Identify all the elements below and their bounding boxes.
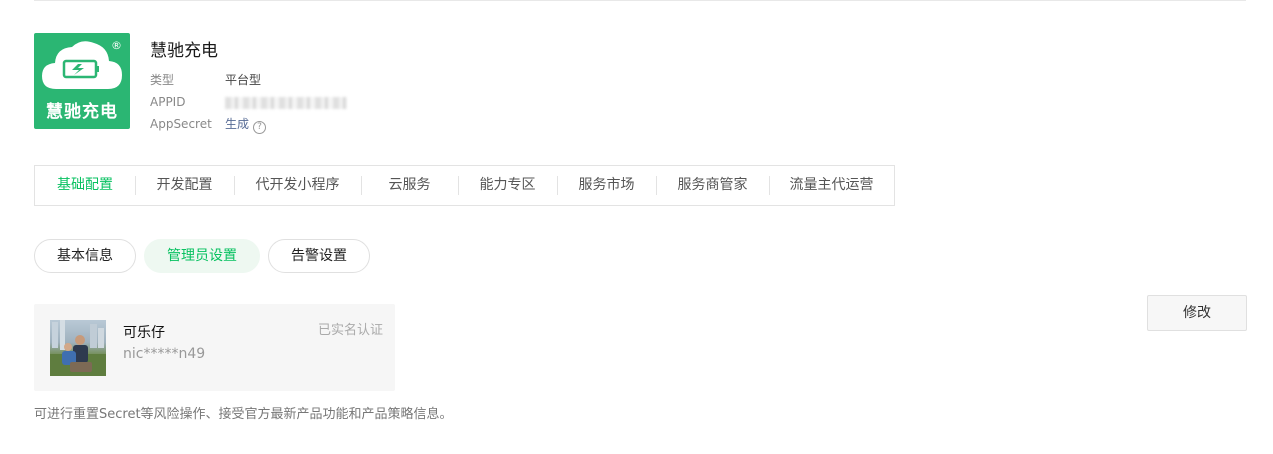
appid-row: APPID <box>150 93 347 111</box>
admin-name: 可乐仔 <box>123 325 165 341</box>
subtab-admin-settings[interactable]: 管理员设置 <box>144 239 260 273</box>
type-row: 类型 平台型 <box>150 71 261 89</box>
tab-capabilities[interactable]: 能力专区 <box>458 165 557 206</box>
app-logo: ® 慧驰充电 <box>34 33 130 129</box>
admin-description: 可进行重置Secret等风险操作、接受官方最新产品功能和产品策略信息。 <box>34 407 453 422</box>
admin-card: 可乐仔 nic*****n49 已实名认证 <box>34 304 395 391</box>
logo-text: 慧驰充电 <box>46 102 118 122</box>
avatar <box>50 320 106 376</box>
registered-mark: ® <box>111 39 122 52</box>
main-tabs: 基础配置 开发配置 代开发小程序 云服务 能力专区 服务市场 服务商管家 流量主… <box>34 165 895 206</box>
tab-service-provider-manager[interactable]: 服务商管家 <box>656 165 769 206</box>
subtab-alert-settings[interactable]: 告警设置 <box>268 239 370 273</box>
tab-service-market[interactable]: 服务市场 <box>557 165 656 206</box>
tab-basic-config[interactable]: 基础配置 <box>35 165 135 206</box>
tab-cloud-service[interactable]: 云服务 <box>361 165 458 206</box>
appsecret-row: AppSecret 生成? <box>150 115 267 134</box>
appid-value-redacted <box>225 96 347 109</box>
tab-agent-dev-miniprogram[interactable]: 代开发小程序 <box>234 165 361 206</box>
tab-traffic-operation[interactable]: 流量主代运营 <box>769 165 894 206</box>
generate-secret-link[interactable]: 生成 <box>225 117 249 131</box>
type-label: 类型 <box>150 73 175 87</box>
modify-button[interactable]: 修改 <box>1147 295 1247 331</box>
appid-label: APPID <box>150 95 186 109</box>
tab-dev-config[interactable]: 开发配置 <box>135 165 234 206</box>
admin-masked-id: nic*****n49 <box>123 346 206 362</box>
app-name: 慧驰充电 <box>150 41 218 61</box>
subtab-basic-info[interactable]: 基本信息 <box>34 239 136 273</box>
top-divider <box>34 0 1246 1</box>
help-icon[interactable]: ? <box>253 121 267 134</box>
appsecret-label: AppSecret <box>150 117 212 131</box>
verification-status: 已实名认证 <box>317 323 383 338</box>
type-value: 平台型 <box>225 73 262 87</box>
